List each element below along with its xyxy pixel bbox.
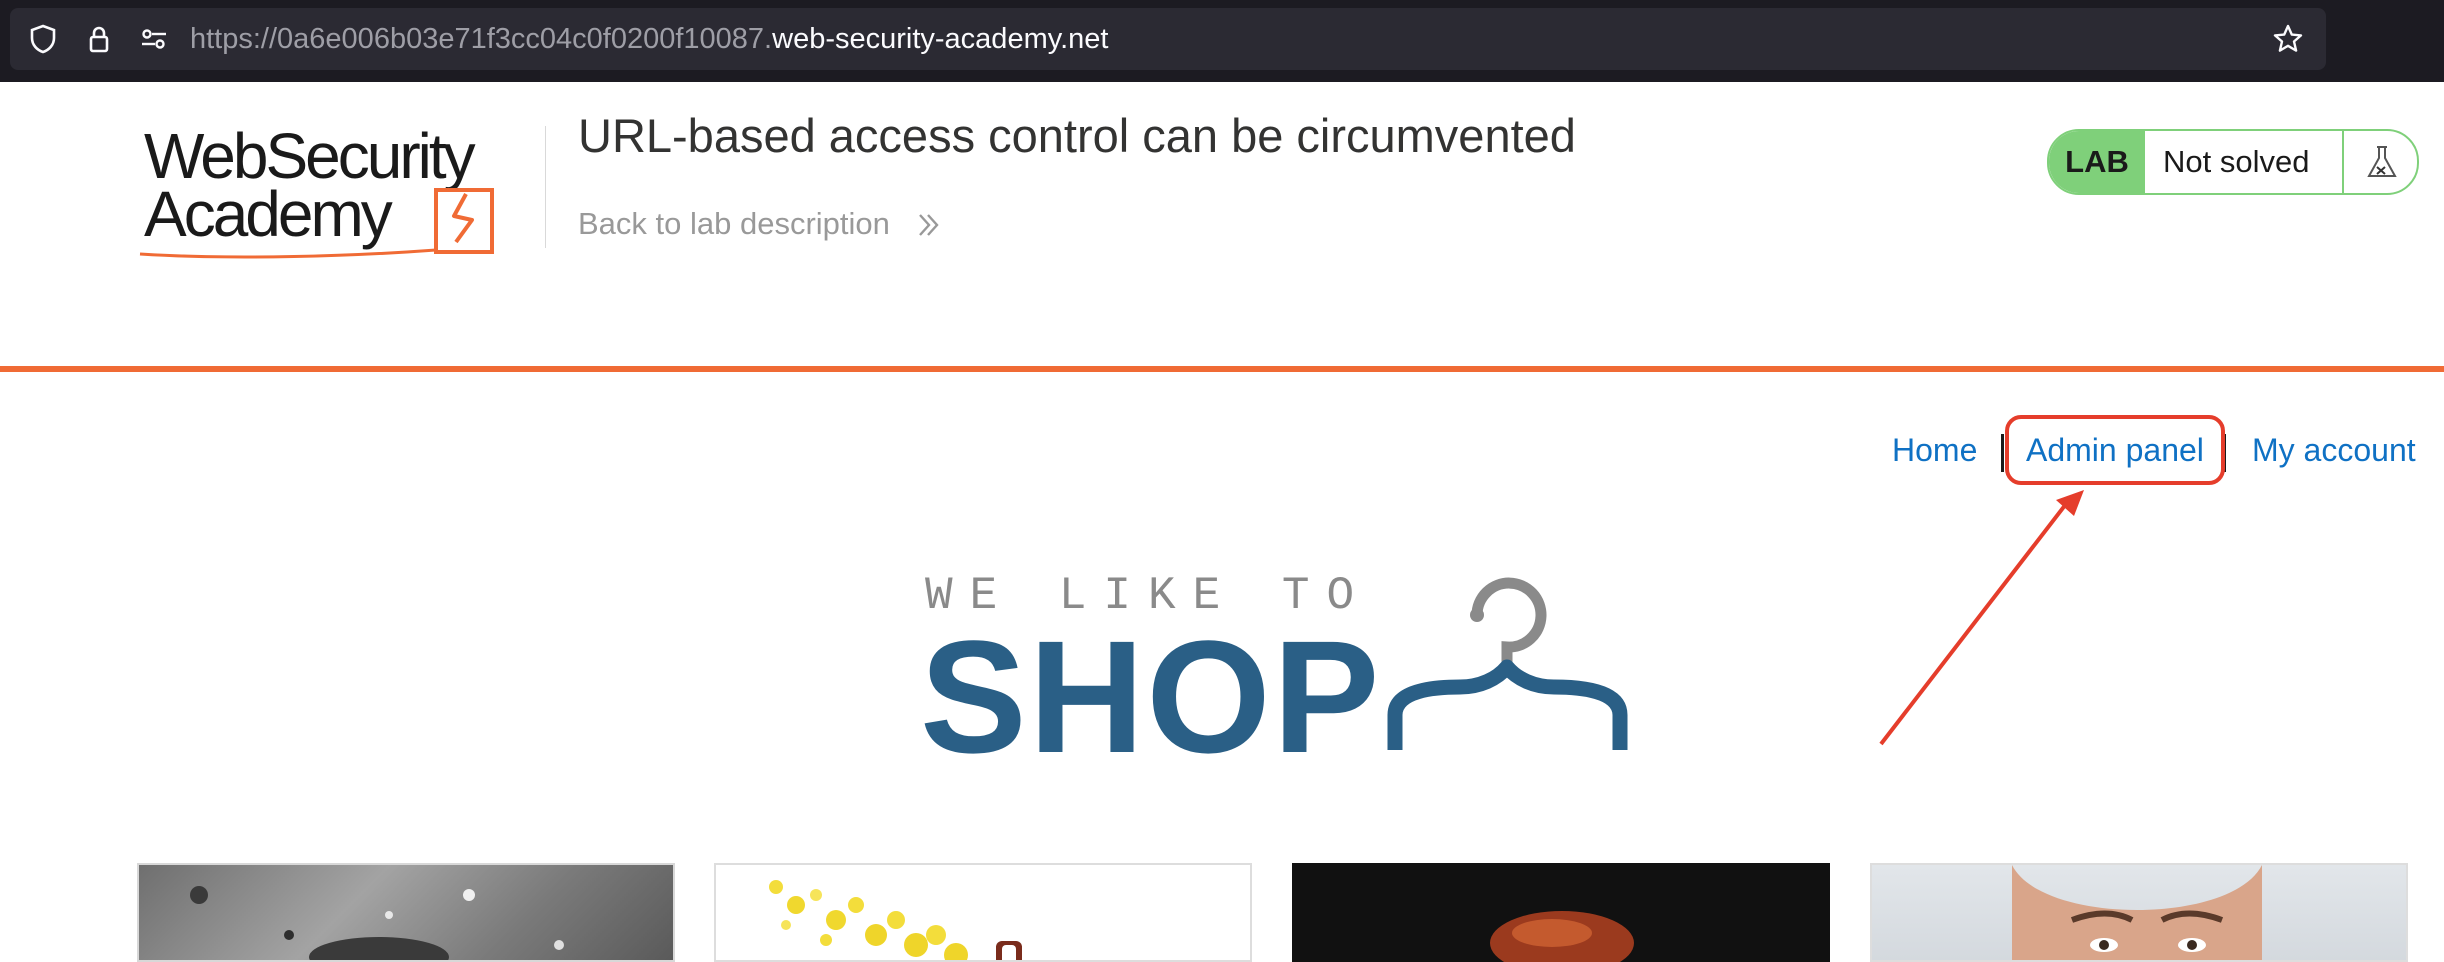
site-permissions-icon[interactable] [138,23,170,55]
lab-title: URL-based access control can be circumve… [578,109,1576,162]
man-face-photo [2012,865,2262,960]
web-security-academy-logo[interactable]: WebSecurity Academy [136,124,542,270]
water-splash-photo [190,886,564,960]
lab-badge-divider [2342,131,2344,193]
lock-icon[interactable] [83,23,115,55]
nav-my-account-link[interactable]: My account [2252,432,2416,469]
product-image[interactable] [1292,863,1830,962]
url-text[interactable]: https://0a6e006b03e71f3cc04c0f0200f10087… [190,23,1108,55]
bookmark-star-icon[interactable] [2272,23,2304,55]
back-to-lab-description-link[interactable]: Back to lab description [578,206,890,242]
lab-status-text: Not solved [2163,144,2310,179]
lab-badge-label: LAB [2049,131,2145,193]
annotation-highlight-box [2005,415,2225,485]
url-prefix: https://0a6e006b03e71f3cc04c0f0200f10087… [190,23,773,55]
lab-status-widget: LAB Not solved [2047,129,2419,195]
nav-separator [2001,434,2004,472]
browser-chrome: https://0a6e006b03e71f3cc04c0f0200f10087… [0,0,2444,82]
product-image[interactable] [714,863,1252,962]
product-image[interactable] [1870,863,2408,962]
shield-icon[interactable] [27,23,59,55]
double-chevron-right-icon[interactable] [916,212,942,238]
flask-icon [2367,146,2397,177]
header-orange-rule [0,366,2444,372]
lab-header: WebSecurity Academy URL-based access con… [0,82,2444,372]
annotation-arrow-icon [1879,490,2084,746]
hero-brand: SHOP [920,607,1382,786]
header-divider [545,126,546,248]
address-bar[interactable]: https://0a6e006b03e71f3cc04c0f0200f10087… [10,8,2326,70]
nav-home-link[interactable]: Home [1892,432,1977,469]
brown-object-on-black [1490,911,1634,962]
yellow-particles-product [769,880,1022,960]
logo-text-line2: Academy [144,178,393,250]
clothes-hanger-icon [1387,577,1628,750]
url-host: web-security-academy.net [772,23,1109,55]
product-image[interactable] [137,863,675,962]
